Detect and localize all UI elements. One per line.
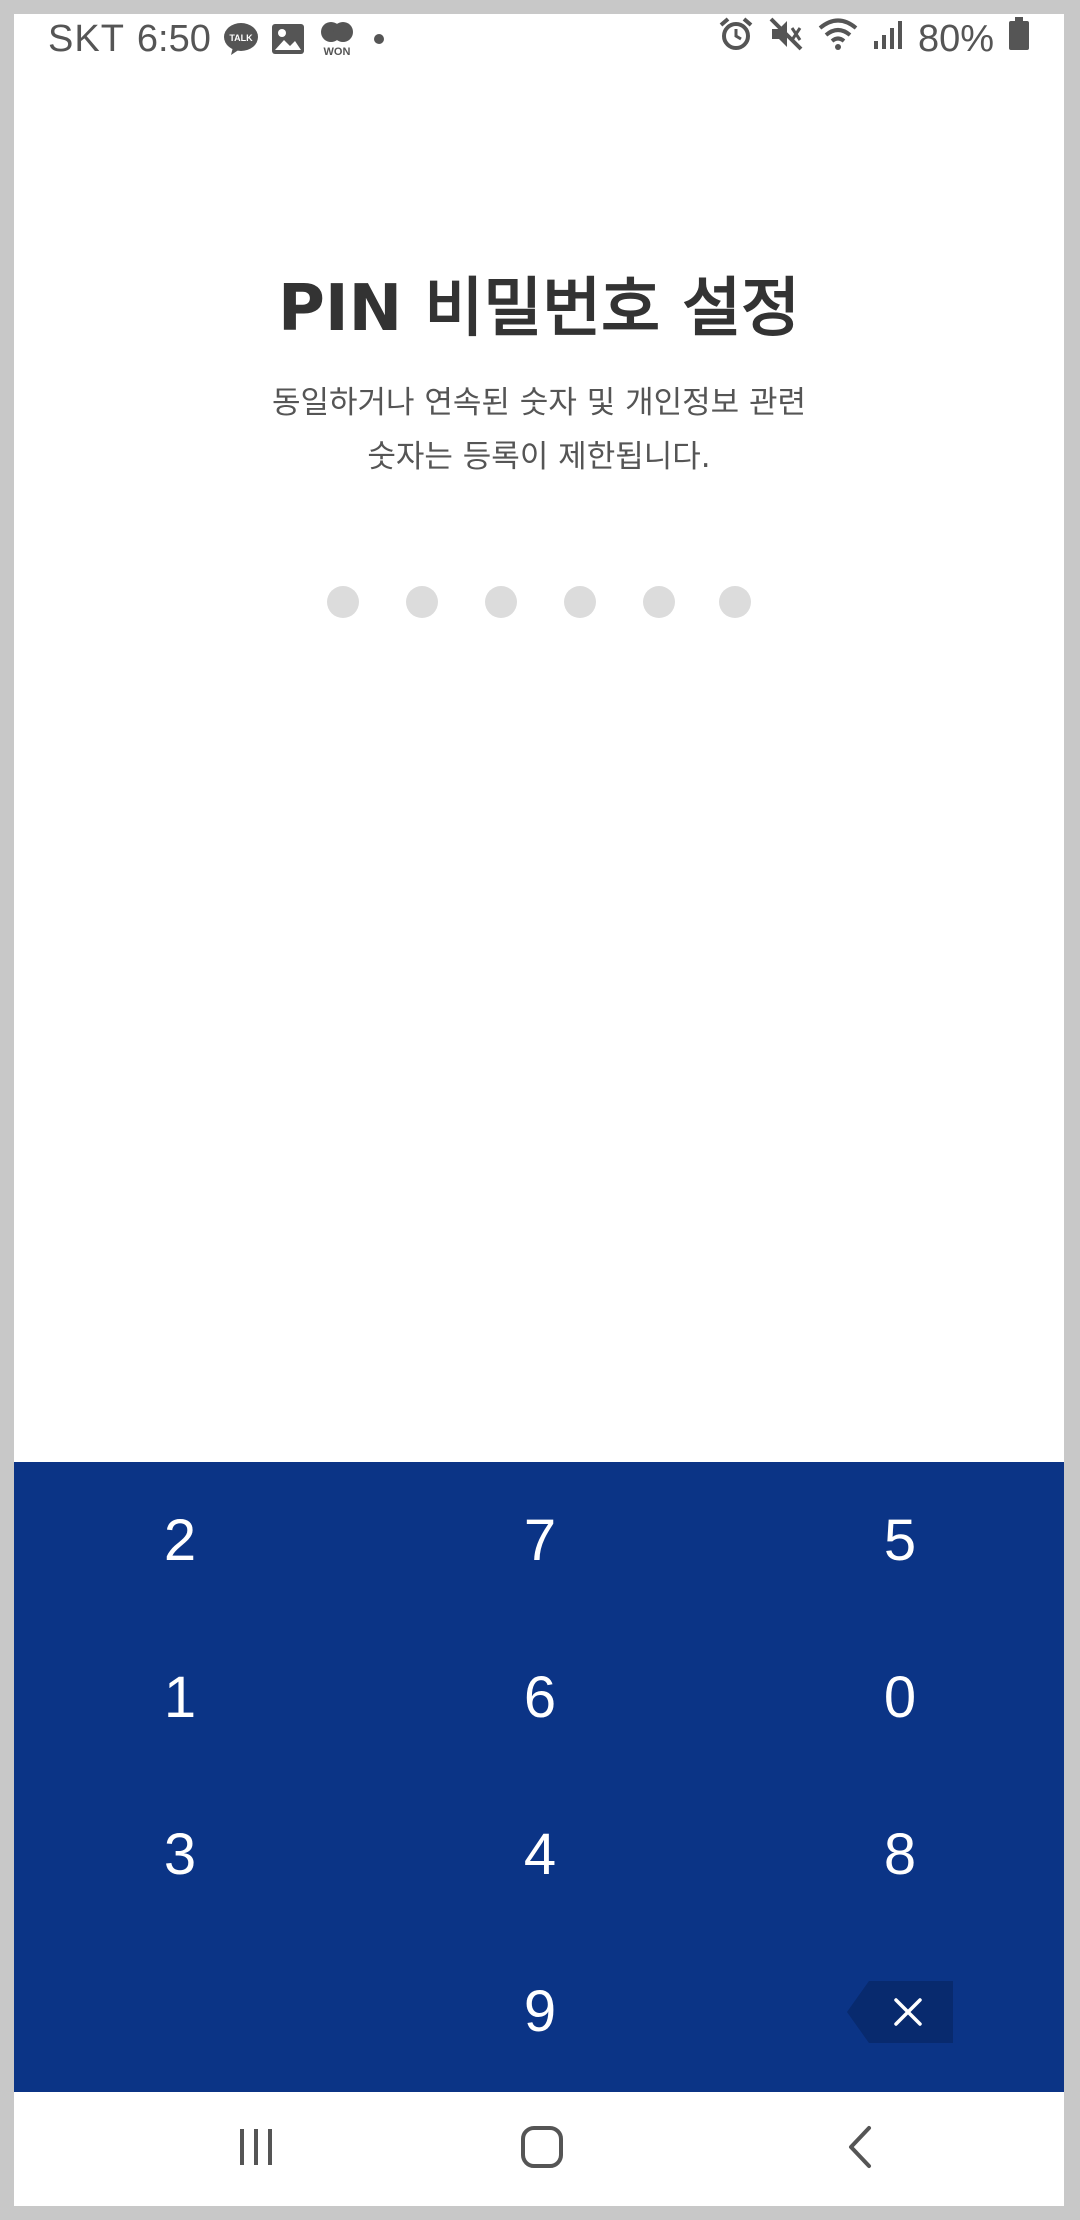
pin-indicator: [327, 586, 751, 618]
kakaotalk-label: TALK: [229, 33, 253, 43]
pin-dot: [485, 586, 517, 618]
page-subtitle: 동일하거나 연속된 숫자 및 개인정보 관련 숫자는 등록이 제한됩니다.: [14, 376, 1064, 484]
pin-dot: [327, 586, 359, 618]
more-dot-icon: [369, 29, 389, 49]
pin-dot: [406, 586, 438, 618]
key-7[interactable]: 7: [360, 1462, 720, 1619]
key-9[interactable]: 9: [360, 1933, 720, 2090]
carrier-label: SKT: [48, 17, 125, 60]
subtitle-line-1: 동일하거나 연속된 숫자 및 개인정보 관련: [271, 385, 807, 421]
status-left: SKT 6:50 TALK WON: [48, 14, 389, 64]
status-bar: SKT 6:50 TALK WON 80%: [14, 14, 1064, 64]
key-6[interactable]: 6: [360, 1619, 720, 1776]
back-icon: [845, 2125, 875, 2173]
key-5[interactable]: 5: [720, 1462, 1064, 1619]
won-label: WON: [323, 46, 350, 58]
key-3[interactable]: 3: [14, 1776, 360, 1933]
wifi-icon: [818, 17, 858, 61]
back-button[interactable]: [800, 2092, 920, 2206]
pin-keypad: 2 7 5 1 6 0 3 4 8 9: [14, 1462, 1064, 2092]
pin-dot: [719, 586, 751, 618]
mute-icon: [768, 16, 804, 62]
recent-apps-icon: [236, 2127, 276, 2171]
home-button[interactable]: [482, 2092, 602, 2206]
status-right: 80%: [718, 14, 1030, 64]
home-icon: [520, 2125, 564, 2173]
alarm-icon: [718, 16, 754, 62]
page-title: PIN 비밀번호 설정: [277, 272, 801, 346]
battery-percent: 80%: [917, 17, 994, 60]
backspace-icon: [847, 1980, 953, 2043]
key-2[interactable]: 2: [14, 1462, 360, 1619]
key-8[interactable]: 8: [720, 1776, 1064, 1933]
key-1[interactable]: 1: [14, 1619, 360, 1776]
recent-apps-button[interactable]: [196, 2092, 316, 2206]
won-app-icon: WON: [317, 19, 357, 59]
key-4[interactable]: 4: [360, 1776, 720, 1933]
backspace-button[interactable]: [720, 1933, 1064, 2090]
app-screen: SKT 6:50 TALK WON 80% PIN 비밀번호 설정 동일하거나 …: [14, 14, 1064, 2206]
system-nav-bar: [14, 2092, 1064, 2206]
signal-icon: [872, 18, 904, 61]
gallery-icon: [271, 23, 305, 55]
battery-icon: [1008, 17, 1030, 61]
key-0[interactable]: 0: [720, 1619, 1064, 1776]
key-empty: [14, 1933, 360, 2090]
pin-dot: [643, 586, 675, 618]
subtitle-line-2: 숫자는 등록이 제한됩니다.: [367, 439, 711, 475]
clock: 6:50: [136, 17, 211, 60]
pin-dot: [564, 586, 596, 618]
kakaotalk-icon: TALK: [223, 21, 259, 57]
